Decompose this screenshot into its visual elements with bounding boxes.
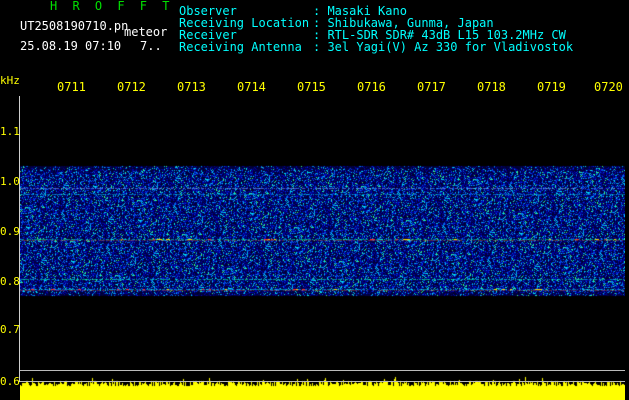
left-axis-line xyxy=(19,96,20,382)
antenna-value: : 3el Yagi(V) Az 330 for Vladivostok xyxy=(313,40,574,54)
y-tick: 1.0 xyxy=(0,175,20,188)
spectrogram-canvas xyxy=(20,96,625,370)
axis-unit: kHz xyxy=(0,74,20,87)
spectrogram-viewer: { "header": { "app_title": "H R O F F T"… xyxy=(0,0,629,400)
meteor-count: 7.. xyxy=(140,39,162,53)
x-tick: 0712 xyxy=(117,80,146,94)
signal-meter xyxy=(20,370,625,400)
x-tick: 0716 xyxy=(357,80,386,94)
y-tick: 1.1 xyxy=(0,125,20,138)
x-tick: 0720 xyxy=(594,80,623,94)
x-tick: 0718 xyxy=(477,80,506,94)
x-tick: 0711 xyxy=(57,80,86,94)
meter-divider xyxy=(20,370,625,371)
datetime: 25.08.19 07:10 xyxy=(20,39,122,53)
x-tick: 0713 xyxy=(177,80,206,94)
file-name: UT2508190710.pn xyxy=(20,19,129,33)
x-tick: 0719 xyxy=(537,80,566,94)
x-tick: 0714 xyxy=(237,80,266,94)
y-tick: 0.6 xyxy=(0,375,20,388)
meter-baseline xyxy=(20,381,625,382)
app-title: H R O F F T xyxy=(50,0,174,13)
y-tick: 0.7 xyxy=(0,323,20,336)
y-tick: 0.9 xyxy=(0,225,20,238)
spectrogram xyxy=(20,96,625,370)
x-tick: 0717 xyxy=(417,80,446,94)
antenna-label: Receiving Antenna xyxy=(179,40,302,54)
signal-meter-canvas xyxy=(20,370,625,400)
x-tick: 0715 xyxy=(297,80,326,94)
y-tick: 0.8 xyxy=(0,275,20,288)
meteor-label: meteor xyxy=(124,25,168,39)
